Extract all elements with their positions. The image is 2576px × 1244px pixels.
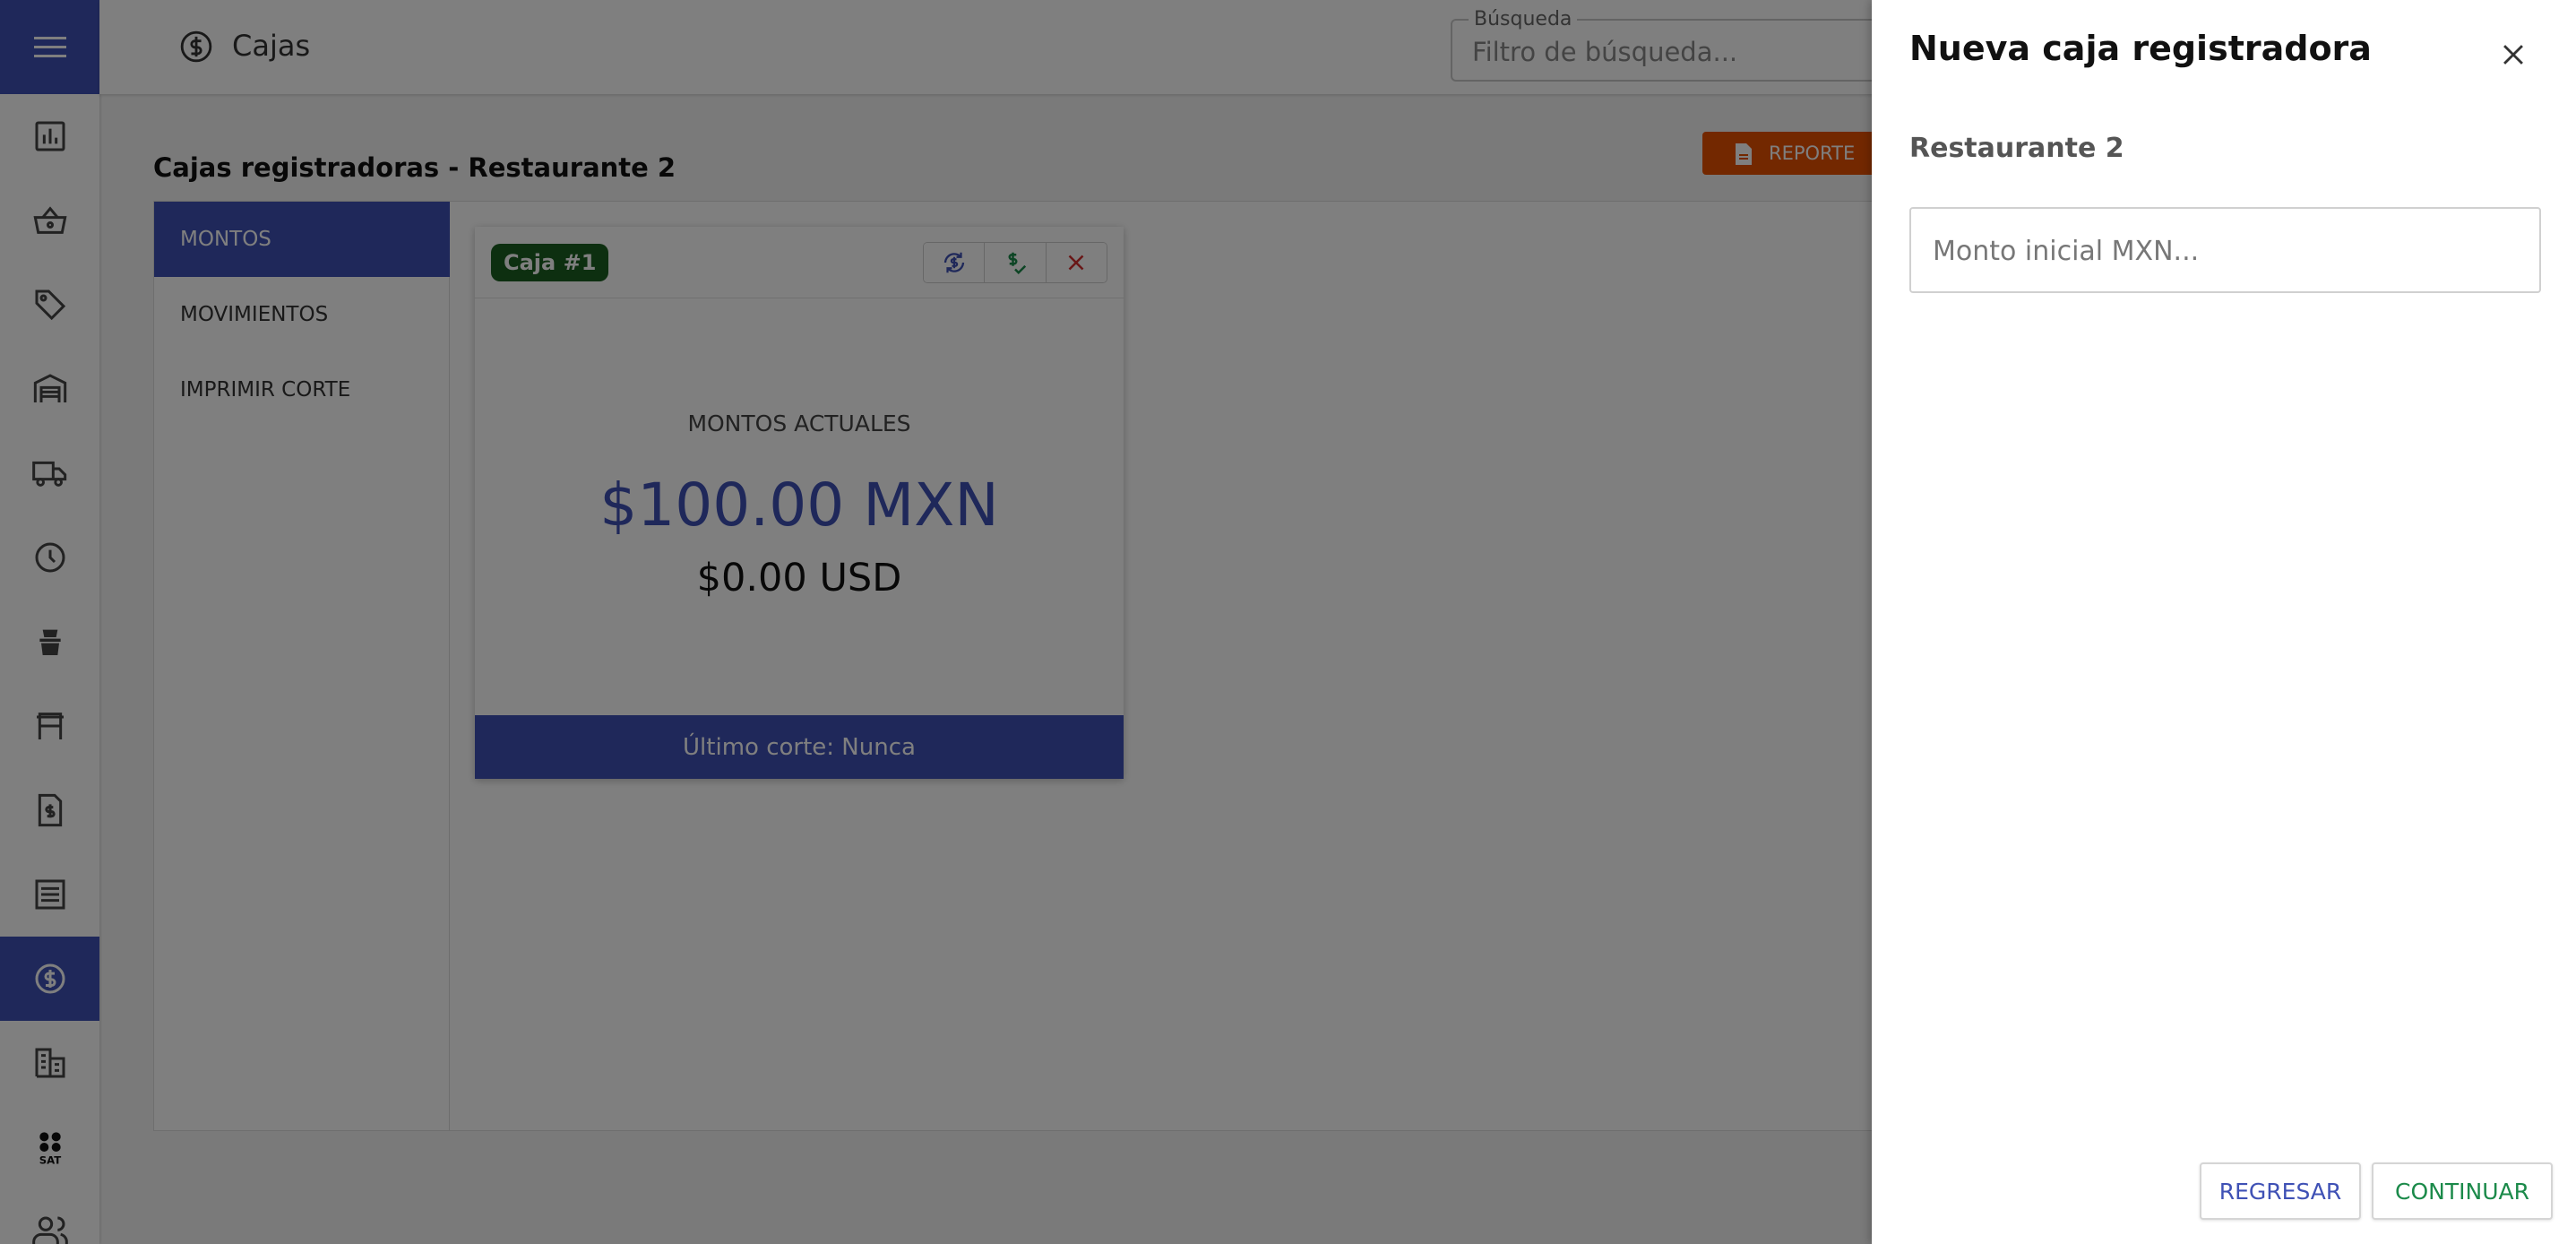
branch-name: Restaurante 2	[1909, 133, 2124, 164]
initial-amount-input[interactable]	[1933, 236, 2515, 267]
back-button[interactable]: REGRESAR	[2200, 1162, 2361, 1220]
close-icon[interactable]	[2498, 39, 2529, 70]
new-register-drawer: Nueva caja registradora Restaurante 2 RE…	[1872, 0, 2576, 1244]
continue-button[interactable]: CONTINUAR	[2372, 1162, 2553, 1220]
drawer-title: Nueva caja registradora	[1909, 29, 2372, 68]
modal-backdrop[interactable]	[0, 0, 1872, 1244]
initial-amount-field[interactable]	[1909, 207, 2541, 293]
